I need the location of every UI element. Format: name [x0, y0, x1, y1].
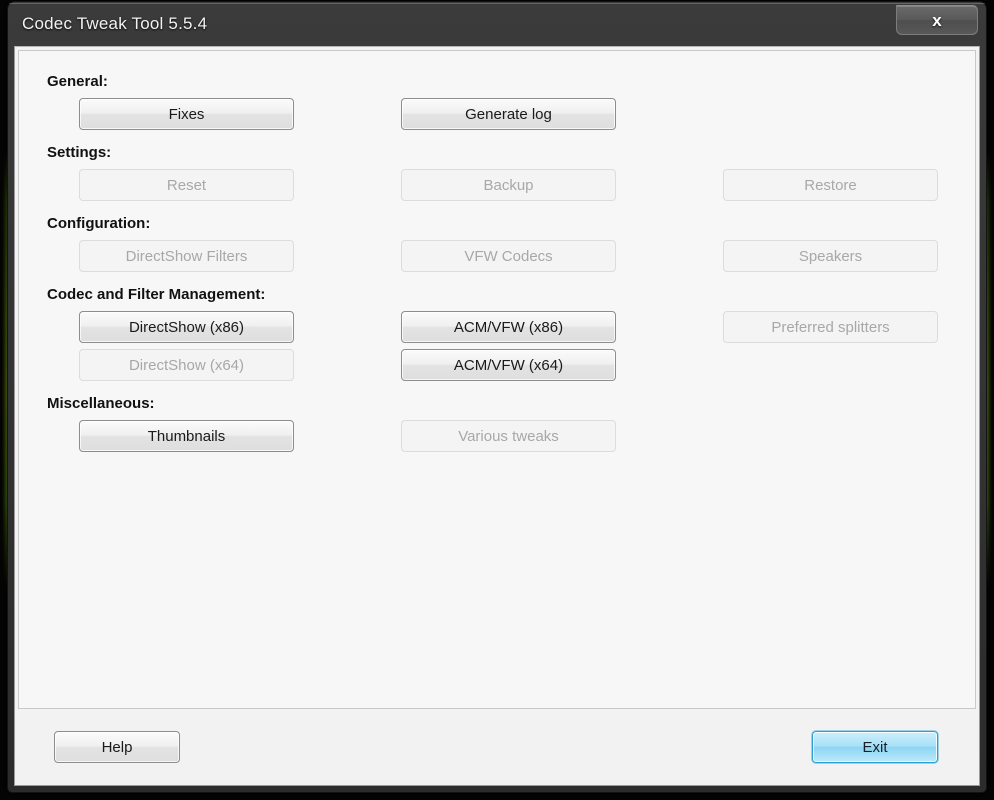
- speakers-button: Speakers: [723, 240, 938, 272]
- fixes-button-label: Fixes: [168, 105, 205, 123]
- backup-button: Backup: [401, 169, 616, 201]
- section-heading: General:: [47, 73, 108, 90]
- reset-button-label: Reset: [166, 176, 207, 194]
- section: Configuration: DirectShow Filters VFW Code…: [19, 215, 975, 272]
- various-tweaks-button: Various tweaks: [401, 420, 616, 452]
- acm-vfw-x64-button[interactable]: ACM/VFW (x64): [401, 349, 616, 381]
- empty-slot: [723, 420, 938, 452]
- close-icon: x: [932, 10, 942, 30]
- close-button[interactable]: x: [896, 5, 978, 35]
- restore-button-label: Restore: [804, 176, 857, 194]
- window-title: Codec Tweak Tool 5.5.4: [22, 14, 208, 33]
- reset-button: Reset: [79, 169, 294, 201]
- thumbnails-button[interactable]: Thumbnails: [79, 420, 294, 452]
- preferred-splitters-button-label: Preferred splitters: [771, 318, 890, 336]
- thumbnails-button-label: Thumbnails: [147, 427, 226, 445]
- directshow-x64-button-label: DirectShow (x64): [128, 356, 245, 374]
- button-row: DirectShow (x64) ACM/VFW (x64): [79, 349, 975, 381]
- button-row: DirectShow (x86) ACM/VFW (x86) Preferred s…: [79, 311, 975, 343]
- button-row: Fixes Generate log: [79, 98, 975, 130]
- directshow-filters-button: DirectShow Filters: [79, 240, 294, 272]
- generate-log-button[interactable]: Generate log: [401, 98, 616, 130]
- button-row: Thumbnails Various tweaks: [79, 420, 975, 452]
- directshow-filters-button-label: DirectShow Filters: [125, 247, 248, 265]
- section: General: Fixes Generate log: [19, 73, 975, 130]
- help-button-label: Help: [101, 738, 133, 756]
- acm-vfw-x64-button-label: ACM/VFW (x64): [453, 356, 564, 374]
- backup-button-label: Backup: [483, 176, 534, 194]
- various-tweaks-button-label: Various tweaks: [458, 427, 559, 445]
- application-window: Codec Tweak Tool 5.5.4 x General: Fixes Ge…: [8, 2, 986, 792]
- footer-bar: Help Exit: [15, 709, 979, 785]
- empty-slot: [723, 98, 938, 130]
- acm-vfw-x86-button[interactable]: ACM/VFW (x86): [401, 311, 616, 343]
- restore-button: Restore: [723, 169, 938, 201]
- directshow-x86-button-label: DirectShow (x86): [128, 318, 245, 336]
- preferred-splitters-button: Preferred splitters: [723, 311, 938, 343]
- empty-slot: [723, 349, 938, 381]
- speakers-button-label: Speakers: [798, 247, 863, 265]
- acm-vfw-x86-button-label: ACM/VFW (x86): [453, 318, 564, 336]
- client-area: General: Fixes Generate log Settings: Reset B…: [14, 46, 980, 786]
- sections-container: General: Fixes Generate log Settings: Reset B…: [19, 73, 975, 452]
- fixes-button[interactable]: Fixes: [79, 98, 294, 130]
- help-button[interactable]: Help: [54, 731, 180, 763]
- vfw-codecs-button: VFW Codecs: [401, 240, 616, 272]
- directshow-x86-button[interactable]: DirectShow (x86): [79, 311, 294, 343]
- content-panel: General: Fixes Generate log Settings: Reset B…: [18, 50, 976, 709]
- directshow-x64-button: DirectShow (x64): [79, 349, 294, 381]
- exit-button[interactable]: Exit: [812, 731, 938, 763]
- section: Miscellaneous: Thumbnails Various tweaks: [19, 395, 975, 452]
- section-heading: Miscellaneous:: [47, 395, 155, 412]
- section: Codec and Filter Management: DirectShow (…: [19, 286, 975, 381]
- section-heading: Settings:: [47, 144, 112, 161]
- title-bar: Codec Tweak Tool 5.5.4 x: [8, 2, 986, 46]
- exit-button-label: Exit: [862, 738, 888, 756]
- vfw-codecs-button-label: VFW Codecs: [464, 247, 553, 265]
- generate-log-button-label: Generate log: [465, 105, 552, 123]
- section-heading: Configuration:: [47, 215, 151, 232]
- section: Settings: Reset Backup Restore: [19, 144, 975, 201]
- button-row: Reset Backup Restore: [79, 169, 975, 201]
- button-row: DirectShow Filters VFW Codecs Speakers: [79, 240, 975, 272]
- section-heading: Codec and Filter Management:: [47, 286, 266, 303]
